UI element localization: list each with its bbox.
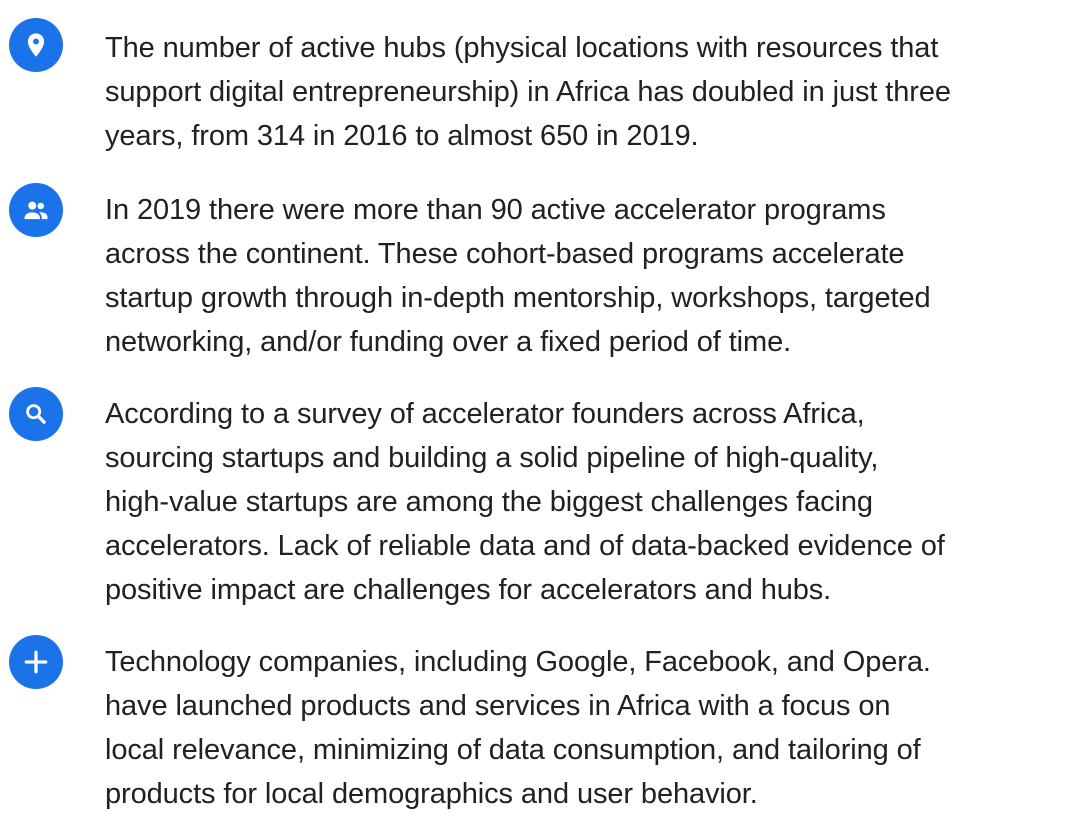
text-line: local relevance, minimizing of data cons… [105,734,921,766]
location-pin-icon [9,18,63,72]
people-icon [9,183,63,237]
bullet-text-survey: According to a survey of accelerator fou… [105,392,1060,612]
text-line: networking, and/or funding over a fixed … [105,326,792,358]
bullet-text-technology: Technology companies, including Google, … [105,640,1060,816]
search-icon [9,387,63,441]
text-line: In 2019 there were more than 90 active a… [105,194,886,226]
text-line: support digital entrepreneurship) in Afr… [105,76,951,108]
text-line: products for local demographics and user… [105,778,758,810]
text-line: positive impact are challenges for accel… [105,574,832,606]
bullet-text-accelerators: In 2019 there were more than 90 active a… [105,188,1060,364]
text-line: sourcing startups and building a solid p… [105,442,879,474]
bullet-text-hubs: The number of active hubs (physical loca… [105,26,1060,158]
text-line: have launched products and services in A… [105,690,891,722]
text-line: According to a survey of accelerator fou… [105,398,865,430]
text-line: across the continent. These cohort-based… [105,238,905,270]
plus-icon [9,635,63,689]
text-line: Technology companies, including Google, … [105,646,931,678]
text-line: startup growth through in-depth mentorsh… [105,282,931,314]
text-line: high-value startups are among the bigges… [105,486,873,518]
text-line: accelerators. Lack of reliable data and … [105,530,945,562]
text-line: years, from 314 in 2016 to almost 650 in… [105,120,699,152]
text-line: The number of active hubs (physical loca… [105,32,939,64]
